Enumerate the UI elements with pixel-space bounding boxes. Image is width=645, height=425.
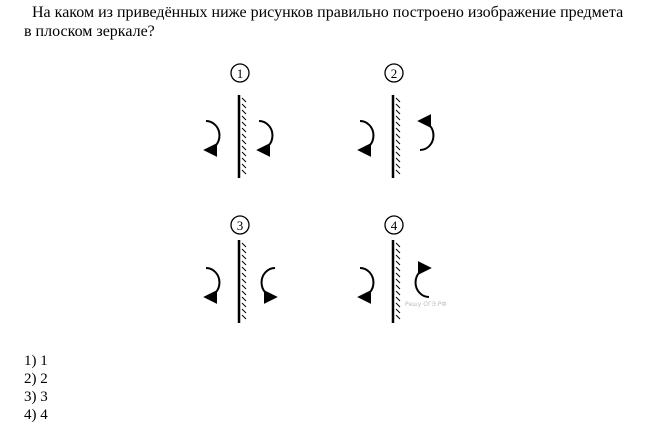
image-arc: [417, 114, 435, 151]
watermark: Решу ОГЭ.РФ: [405, 301, 447, 308]
figure-number-3: 3: [237, 218, 244, 233]
object-arc: [203, 267, 221, 304]
diagram-4: 4 Решу ОГЭ.РФ: [357, 215, 447, 323]
mirror-hatching: [241, 242, 247, 320]
object-arc: [357, 120, 375, 157]
figure-number-4: 4: [391, 218, 398, 233]
answer-option-1[interactable]: 1) 1: [24, 352, 48, 370]
answer-option-2[interactable]: 2) 2: [24, 370, 48, 388]
object-arc: [357, 267, 375, 304]
diagram-1: 1: [203, 63, 274, 178]
answer-option-4[interactable]: 4) 4: [24, 406, 48, 424]
mirror-hatching: [241, 97, 247, 175]
image-arc: [256, 120, 274, 157]
diagram-3: 3: [203, 215, 278, 323]
object-arc: [203, 120, 221, 157]
answer-options: 1) 1 2) 2 3) 3 4) 4: [24, 352, 48, 424]
answer-option-3[interactable]: 3) 3: [24, 388, 48, 406]
mirror-hatching: [395, 97, 401, 175]
figure-number-2: 2: [391, 66, 398, 81]
diagram-2: 2: [357, 63, 435, 178]
image-arc: [260, 267, 278, 304]
mirror-diagrams: 1 2 3 4 Решу ОГЭ.РФ: [203, 63, 447, 323]
figure-number-1: 1: [237, 66, 244, 81]
mirror-hatching: [395, 242, 401, 320]
image-arc: [414, 261, 432, 298]
